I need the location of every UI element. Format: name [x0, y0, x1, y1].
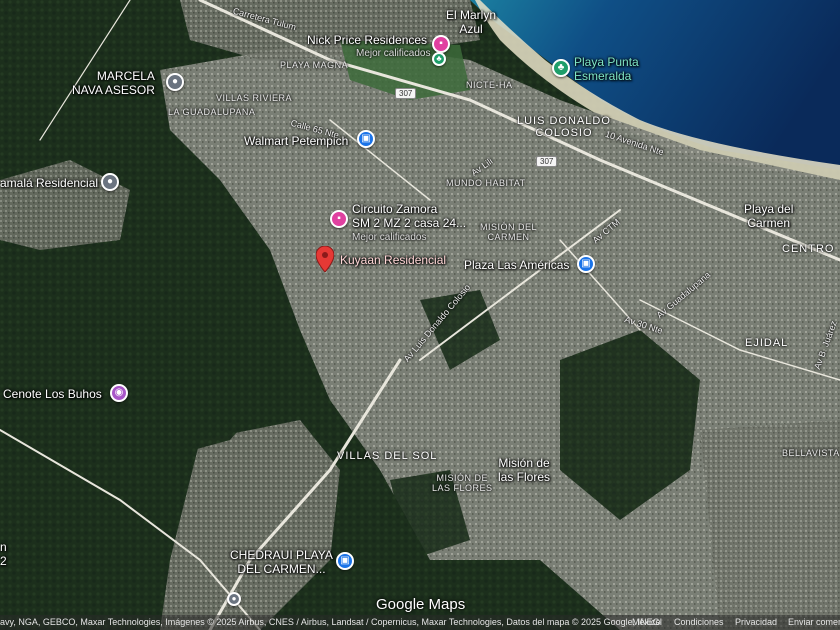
area-label-guadalupana: LA GUADALUPANA — [168, 107, 256, 117]
bed-icon[interactable]: ▪ — [330, 210, 348, 228]
place-label-chedraui[interactable]: CHEDRAUI PLAYA DEL CARMEN... — [230, 548, 333, 576]
area-label-luis-donaldo: LUIS DONALDO COLOSIO — [517, 115, 611, 139]
area-label-playa-magna: PLAYA MAGNA — [280, 60, 349, 70]
shopping-bag-icon[interactable]: ▣ — [357, 130, 375, 148]
country-link[interactable]: México — [632, 615, 661, 630]
shopping-bag-icon[interactable]: ▣ — [577, 255, 595, 273]
feedback-link[interactable]: Enviar comen — [788, 615, 840, 630]
place-label-plaza[interactable]: Plaza Las Américas — [464, 258, 569, 272]
place-label-mision-flores[interactable]: Misión de las Flores — [498, 456, 550, 484]
privacy-link[interactable]: Privacidad — [735, 615, 777, 630]
route-307-shield: 307 — [395, 88, 417, 99]
area-label-villas-sol: VILLAS DEL SOL — [337, 450, 438, 462]
area-label-mundo-habitat: MUNDO HABITAT — [446, 178, 526, 188]
place-label-cenote[interactable]: Cenote Los Buhos — [3, 387, 102, 401]
place-label-marcela[interactable]: MARCELA NAVA ASESOR — [72, 69, 155, 97]
google-maps-logo: Google Maps — [376, 596, 466, 613]
shopping-bag-icon[interactable]: ▣ — [336, 552, 354, 570]
place-label-circuito[interactable]: Circuito Zamora SM 2 MZ 2 casa 24... — [352, 202, 466, 230]
area-label-villas-riviera: VILLAS RIVIERA — [216, 93, 293, 103]
place-label-punta-esmeralda[interactable]: Playa Punta Esmeralda — [574, 55, 639, 83]
attribution-text: avy, NGA, GEBCO, Maxar Technologies, Imá… — [0, 617, 663, 627]
location-icon[interactable]: ● — [227, 592, 241, 606]
place-label-playa-carmen[interactable]: Playa del Carmen — [744, 202, 793, 230]
bed-icon[interactable]: ▪ — [432, 35, 450, 53]
area-label-mision-carmen: MISIÓN DEL CARMEN — [480, 222, 538, 242]
place-label-left-edge: n 2 — [0, 540, 7, 568]
place-sublabel-circuito: Mejor calificados — [352, 232, 427, 243]
route-307-shield: 307 — [536, 156, 558, 167]
area-label-bellavista: BELLAVISTA — [782, 448, 840, 458]
area-label-mision-flores: MISIÓN DE LAS FLORES — [432, 473, 493, 493]
map-footer: avy, NGA, GEBCO, Maxar Technologies, Imá… — [0, 615, 840, 630]
tree-icon[interactable]: ♣ — [432, 52, 446, 66]
place-sublabel-nick-price: Mejor calificados — [356, 48, 431, 59]
area-label-centro: CENTRO — [782, 243, 835, 255]
area-label-ejidal: EJIDAL — [745, 337, 789, 349]
place-label-nick-price[interactable]: Nick Price Residences — [307, 33, 427, 47]
place-label-marlyn[interactable]: El Marlyn Azul — [446, 8, 496, 36]
place-label-kamala[interactable]: amalá Residencial — [0, 176, 98, 190]
place-label-walmart[interactable]: Walmart Petempich — [244, 134, 348, 148]
tree-icon[interactable]: ♣ — [552, 59, 570, 77]
location-icon[interactable]: ● — [101, 173, 119, 191]
place-label-kuyaan[interactable]: Kuyaan Residencial — [340, 253, 446, 267]
terms-link[interactable]: Condiciones — [674, 615, 724, 630]
map-marker-icon[interactable] — [316, 246, 334, 272]
camera-icon[interactable]: ◉ — [110, 384, 128, 402]
area-label-nicte-ha: NICTE-HA — [466, 80, 513, 90]
location-icon[interactable]: ● — [166, 73, 184, 91]
